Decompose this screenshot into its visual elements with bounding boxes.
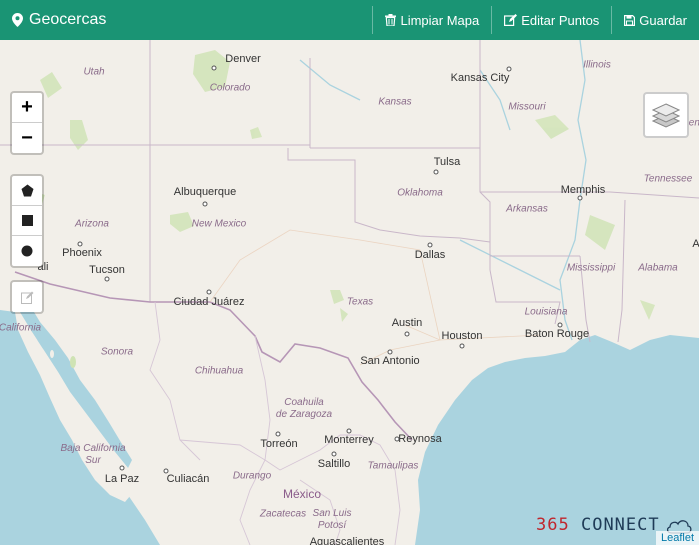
clear-map-label: Limpiar Mapa	[400, 12, 480, 28]
header-title-text: Geocercas	[29, 11, 107, 28]
state-label-new-mexico: New Mexico	[191, 218, 247, 230]
state-label-arkansas: Arkansas	[506, 203, 548, 215]
state-label-missouri: Missouri	[508, 101, 546, 113]
state-label-california: California	[0, 322, 42, 334]
city-label-saltillo: Saltillo	[317, 458, 351, 470]
state-label-oklahoma: Oklahoma	[397, 187, 443, 199]
zoom-control: + −	[10, 91, 44, 155]
state-label-zacatecas: Zacatecas	[259, 508, 307, 520]
city-dot-phoenix	[77, 241, 83, 247]
city-label-denver: Denver	[225, 53, 261, 65]
city-dot-torreon	[275, 431, 281, 437]
city-dot-houston	[459, 343, 465, 349]
state-label-tamaulipas: Tamaulipas	[367, 460, 419, 472]
state-label-illinois: Illinois	[583, 59, 611, 71]
draw-polygon-button[interactable]	[12, 176, 42, 206]
brand-number: 365	[536, 515, 570, 535]
city-dot-ciudad-juarez	[206, 289, 212, 295]
city-dot-memphis	[577, 195, 583, 201]
edit-points-label: Editar Puntos	[521, 12, 600, 28]
city-label-kansas-city: Kansas City	[450, 72, 510, 84]
state-label-arizona: Arizona	[75, 218, 109, 230]
edit-layers-button[interactable]	[12, 282, 42, 312]
state-label-baja-california-sur: Baja California Sur	[60, 443, 126, 466]
city-label-san-antonio: San Antonio	[360, 355, 420, 367]
layers-icon	[652, 103, 680, 128]
app-root: Geocercas Limpiar Mapa Editar Puntos Gua…	[0, 0, 699, 545]
state-label-utah: Utah	[83, 66, 105, 78]
edit-toolbar	[10, 280, 44, 314]
city-dot-la-paz	[119, 465, 125, 471]
city-dot-baton-rouge	[557, 322, 563, 328]
circle-icon	[21, 245, 33, 257]
city-label-reynosa: Reynosa	[398, 433, 442, 445]
state-label-san-luis-potosi: San Luis Potosí	[312, 508, 352, 531]
city-label-culiacan: Culiacán	[166, 473, 210, 485]
city-label-la-paz: La Paz	[104, 473, 140, 485]
city-label-partial-a: A	[692, 238, 699, 250]
zoom-in-button[interactable]: +	[12, 93, 42, 123]
map-marker-icon	[12, 13, 23, 27]
city-dot-monterrey	[346, 428, 352, 434]
city-label-austin: Austin	[391, 317, 423, 329]
state-label-louisiana: Louisiana	[524, 306, 568, 318]
city-label-ciudad-juarez: Ciudad Juárez	[173, 296, 245, 308]
city-dot-saltillo	[331, 451, 337, 457]
city-label-tulsa: Tulsa	[433, 156, 461, 168]
draw-circle-button[interactable]	[12, 236, 42, 266]
zoom-out-button[interactable]: −	[12, 123, 42, 153]
state-label-mississippi: Mississippi	[566, 262, 616, 274]
edit-layers-icon	[20, 291, 33, 304]
header-title: Geocercas	[0, 11, 372, 29]
country-label-mexico: México	[282, 487, 322, 501]
header-bar: Geocercas Limpiar Mapa Editar Puntos Gua…	[0, 0, 699, 40]
city-label-houston: Houston	[441, 330, 483, 342]
city-dot-kansas-city	[506, 66, 512, 72]
city-label-torreon: Torreón	[260, 438, 298, 450]
city-dot-denver	[211, 65, 217, 71]
city-dot-albuquerque	[202, 201, 208, 207]
state-label-colorado: Colorado	[209, 82, 251, 94]
draw-rectangle-button[interactable]	[12, 206, 42, 236]
state-label-durango: Durango	[232, 470, 272, 482]
city-dot-austin	[404, 331, 410, 337]
brand-word: CONNECT	[580, 515, 660, 535]
state-label-coahuila: Coahuila de Zaragoza	[275, 397, 333, 420]
polygon-icon	[21, 184, 33, 197]
brand-logo: 365 CONNECT	[536, 515, 660, 535]
edit-points-button[interactable]: Editar Puntos	[491, 6, 611, 34]
save-label: Guardar	[639, 12, 687, 28]
city-label-albuquerque: Albuquerque	[173, 186, 237, 198]
city-dot-san-antonio	[387, 349, 393, 355]
city-label-memphis: Memphis	[560, 184, 606, 196]
city-label-aguascalientes: Aguascalientes	[309, 536, 385, 545]
city-dot-tulsa	[433, 169, 439, 175]
trash-icon	[385, 14, 397, 26]
state-label-tennessee: Tennessee	[643, 173, 693, 185]
city-label-phoenix: Phoenix	[62, 247, 102, 259]
city-label-baton-rouge: Baton Rouge	[524, 328, 590, 340]
city-label-dallas: Dallas	[414, 249, 446, 261]
city-dot-dallas	[427, 242, 433, 248]
clear-map-button[interactable]: Limpiar Mapa	[372, 6, 491, 34]
state-label-alabama: Alabama	[638, 262, 678, 274]
state-label-kansas: Kansas	[378, 96, 412, 108]
edit-icon	[504, 14, 518, 26]
state-label-chihuahua: Chihuahua	[194, 365, 244, 377]
city-dot-reynosa	[394, 436, 400, 442]
city-dot-culiacan	[163, 468, 169, 474]
layers-control[interactable]	[643, 92, 689, 138]
city-dot-tucson	[104, 276, 110, 282]
map-canvas[interactable]: Denver Kansas City Tulsa Memphis Albuque…	[0, 40, 699, 545]
city-label-tucson: Tucson	[89, 264, 125, 276]
draw-toolbar	[10, 174, 44, 268]
state-label-texas: Texas	[346, 296, 374, 308]
save-button[interactable]: Guardar	[611, 6, 699, 34]
state-label-sonora: Sonora	[100, 346, 134, 358]
save-icon	[624, 14, 636, 26]
rectangle-icon	[21, 215, 33, 226]
city-label-monterrey: Monterrey	[324, 434, 374, 446]
leaflet-attribution-link[interactable]: Leaflet	[655, 531, 699, 545]
